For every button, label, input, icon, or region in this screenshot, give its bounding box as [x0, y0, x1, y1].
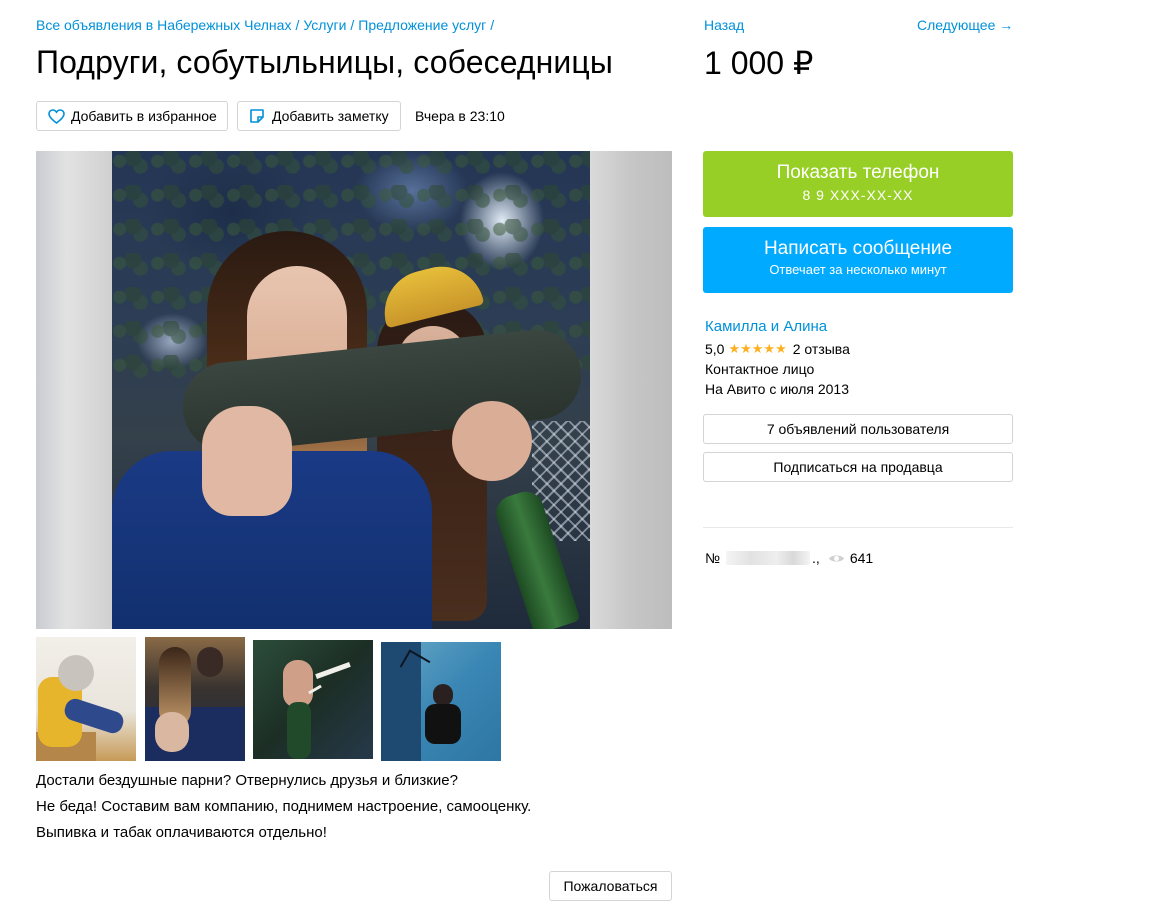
- subscribe-seller-button[interactable]: Подписаться на продавца: [703, 452, 1013, 482]
- view-count: 641: [849, 550, 874, 566]
- meta-separator: ,: [815, 550, 820, 566]
- contact-role: Контактное лицо: [705, 361, 815, 377]
- price: 1 000 ₽: [704, 45, 814, 81]
- note-icon: [248, 107, 266, 125]
- breadcrumb-link-services[interactable]: Услуги: [303, 17, 346, 33]
- report-button[interactable]: Пожаловаться: [549, 871, 672, 901]
- write-message-label: Написать сообщение: [763, 238, 953, 259]
- thumbnail-2[interactable]: [145, 637, 245, 761]
- seller-ads-button[interactable]: 7 объявлений пользователя: [703, 414, 1013, 444]
- listing-number-redacted: [726, 551, 811, 565]
- thumbnail-3[interactable]: [253, 640, 373, 759]
- listing-number-prefix: №: [705, 550, 721, 566]
- add-to-favorites-label: Добавить в избранное: [71, 108, 217, 124]
- add-note-label: Добавить заметку: [272, 108, 389, 124]
- reviews-link[interactable]: 2 отзыва: [793, 341, 850, 357]
- breadcrumb-separator: /: [490, 17, 495, 33]
- next-link[interactable]: Следующее →: [917, 17, 1013, 33]
- description-line: Не беда! Составим вам компанию, поднимем…: [36, 798, 532, 815]
- breadcrumb-link-service-offers[interactable]: Предложение услуг: [358, 17, 486, 33]
- reply-time: Отвечает за несколько минут: [769, 262, 947, 277]
- rating-stars-icon: ★★★★★: [728, 341, 787, 356]
- masked-phone: 8 9 XXX-XX-XX: [802, 187, 914, 203]
- add-note-button[interactable]: Добавить заметку: [237, 101, 401, 131]
- seller-name-link[interactable]: Камилла и Алина: [705, 318, 827, 335]
- heart-icon: [47, 107, 65, 125]
- description-line: Выпивка и табак оплачиваются отдельно!: [36, 824, 327, 841]
- write-message-button[interactable]: Написать сообщение Отвечает за несколько…: [703, 227, 1013, 293]
- main-photo[interactable]: [112, 151, 590, 629]
- thumbnail-4[interactable]: [381, 642, 501, 761]
- seller-since: На Авито с июля 2013: [705, 381, 849, 397]
- breadcrumb-separator: /: [350, 17, 355, 33]
- back-link[interactable]: Назад: [704, 17, 744, 33]
- divider: [703, 527, 1013, 528]
- photo-gallery[interactable]: [36, 151, 672, 629]
- gallery-blur-left: [36, 151, 112, 629]
- posted-time: Вчера в 23:10: [415, 108, 505, 124]
- listing-description: Достали бездушные парни? Отвернулись дру…: [36, 768, 531, 846]
- gallery-blur-right: [590, 151, 672, 629]
- show-phone-button[interactable]: Показать телефон 8 9 XXX-XX-XX: [703, 151, 1013, 217]
- thumbnail-1[interactable]: [36, 637, 136, 761]
- listing-meta: № ., 641: [705, 550, 873, 566]
- seller-rating: 5,0 ★★★★★ 2 отзыва: [705, 341, 850, 357]
- page-title: Подруги, собутыльницы, собеседницы: [36, 44, 613, 80]
- eye-icon: [828, 553, 845, 564]
- show-phone-label: Показать телефон: [776, 162, 940, 183]
- breadcrumb-link-all-ads[interactable]: Все объявления в Набережных Челнах: [36, 17, 291, 33]
- breadcrumb: Все объявления в Набережных Челнах / Услуг…: [36, 17, 498, 33]
- rating-value: 5,0: [705, 341, 725, 357]
- description-line: Достали бездушные парни? Отвернулись дру…: [36, 772, 458, 789]
- breadcrumb-separator: /: [295, 17, 300, 33]
- add-to-favorites-button[interactable]: Добавить в избранное: [36, 101, 228, 131]
